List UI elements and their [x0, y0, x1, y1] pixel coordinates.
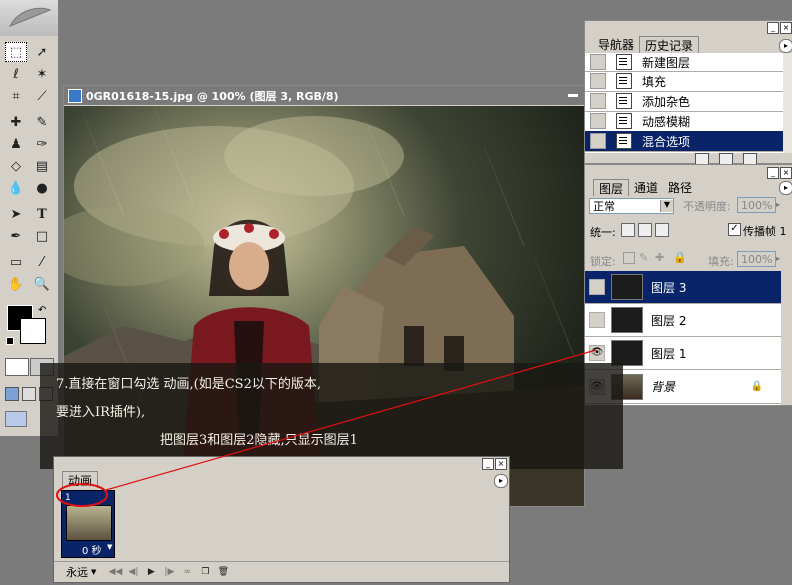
annotation-line	[105, 349, 597, 491]
annotation-overlay	[56, 349, 597, 507]
annotation-circle	[56, 483, 108, 507]
